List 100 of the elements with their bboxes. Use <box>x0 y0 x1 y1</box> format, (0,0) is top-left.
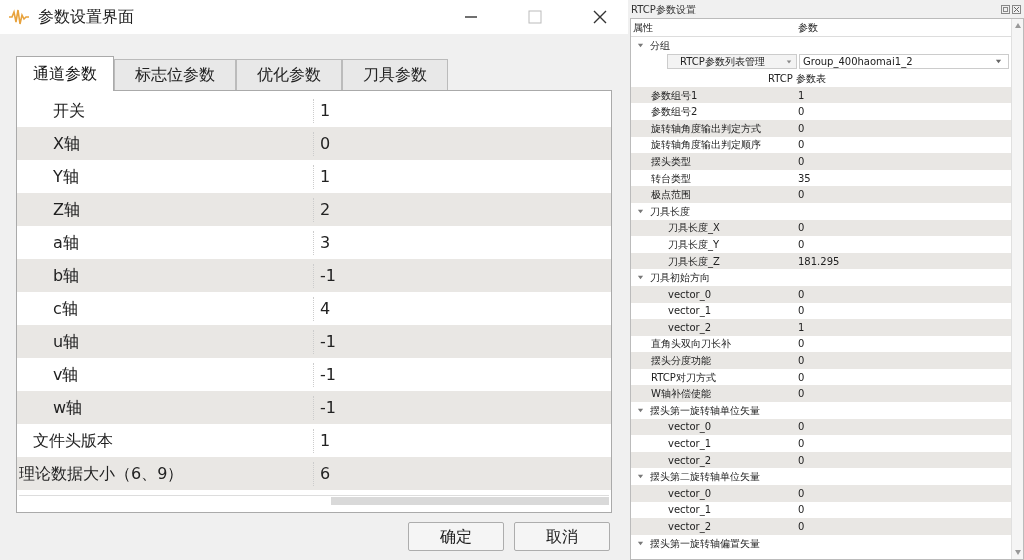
property-value: 0 <box>798 486 805 501</box>
property-name: 摆头分度功能 <box>650 354 712 369</box>
table-title: RTCP 参数表 <box>768 72 826 86</box>
parameter-value: -1 <box>313 329 336 354</box>
parameter-value: 3 <box>313 230 331 255</box>
property-value: 0 <box>798 354 805 369</box>
group-name: 摆头第一旋转轴偏置矢量 <box>650 536 760 551</box>
property-value: 0 <box>798 105 805 120</box>
parameter-value: -1 <box>313 395 336 420</box>
parameter-name: b轴 <box>52 264 81 287</box>
group-name: 刀具初始方向 <box>650 271 710 286</box>
scroll-up-icon[interactable] <box>1014 23 1021 28</box>
property-value: 1 <box>798 88 805 103</box>
property-name: vector_0 <box>667 486 713 501</box>
property-name: vector_1 <box>667 503 713 518</box>
property-value: 0 <box>798 337 805 352</box>
parameter-name: Y轴 <box>52 165 80 188</box>
property-value: 35 <box>798 171 811 186</box>
parameter-value: 2 <box>313 197 331 222</box>
caret-down-icon[interactable] <box>637 539 644 547</box>
property-name: vector_2 <box>667 520 713 534</box>
property-name: RTCP对刀方式 <box>650 370 717 385</box>
parameter-value: 6 <box>313 461 331 486</box>
parameter-value: 0 <box>313 131 331 156</box>
property-value: 0 <box>798 387 805 402</box>
property-value: 0 <box>798 304 805 319</box>
property-name: 极点范围 <box>650 188 692 203</box>
group-name: 摆头第二旋转轴单位矢量 <box>650 470 760 485</box>
caret-down-icon[interactable] <box>637 274 644 282</box>
dialog-button[interactable]: 确定 <box>408 522 504 551</box>
property-name: 直角头双向刀长补 <box>650 337 732 352</box>
property-value: 0 <box>798 437 805 452</box>
property-value: 0 <box>798 154 805 169</box>
parameter-name: a轴 <box>52 231 80 254</box>
property-name: 参数组号1 <box>650 88 699 103</box>
parameter-name: u轴 <box>52 330 81 353</box>
property-name: 转台类型 <box>650 171 692 186</box>
caret-down-icon[interactable] <box>637 473 644 481</box>
column-header[interactable]: 属性 <box>631 20 798 35</box>
property-value: 0 <box>798 287 805 302</box>
parameter-value: 4 <box>313 296 331 321</box>
property-value: 0 <box>798 138 805 153</box>
tab[interactable]: 标志位参数 <box>114 59 236 90</box>
caret-down-icon[interactable] <box>637 41 644 49</box>
caret-down-icon[interactable] <box>637 207 644 215</box>
property-name: vector_2 <box>667 320 713 335</box>
property-name: vector_0 <box>667 420 713 435</box>
group-name: 刀具长度 <box>650 204 690 219</box>
property-name: 参数组号2 <box>650 105 699 120</box>
parameter-name: c轴 <box>52 297 79 320</box>
parameter-value: -1 <box>313 263 336 288</box>
vertical-scrollbar[interactable] <box>1011 19 1023 559</box>
property-value: 0 <box>798 520 805 534</box>
property-name: vector_1 <box>667 304 713 319</box>
list-selector[interactable]: RTCP参数列表管理 <box>667 54 797 70</box>
property-value: 0 <box>798 221 805 236</box>
close-icon[interactable] <box>592 9 608 25</box>
group-name: 摆头第一旋转轴单位矢量 <box>650 403 760 418</box>
parameter-name: v轴 <box>52 363 80 386</box>
property-value: 0 <box>798 237 805 252</box>
caret-down-icon <box>786 58 792 65</box>
parameter-name: 开关 <box>52 99 86 122</box>
tab[interactable]: 优化参数 <box>236 59 342 90</box>
property-name: vector_0 <box>667 287 713 302</box>
caret-down-icon <box>995 58 1002 66</box>
property-value: 1 <box>798 320 805 335</box>
caret-down-icon[interactable] <box>637 406 644 414</box>
property-value: 0 <box>798 188 805 203</box>
parameter-value: -1 <box>313 362 336 387</box>
property-name: vector_2 <box>667 453 713 468</box>
group-name: 分组 <box>650 38 670 53</box>
parameter-name: w轴 <box>52 396 84 419</box>
property-name: vector_1 <box>667 437 713 452</box>
property-value: 0 <box>798 453 805 468</box>
property-value: 0 <box>798 503 805 518</box>
panel-title: RTCP参数设置 <box>631 2 696 17</box>
waveform-logo-icon <box>8 9 30 25</box>
property-name: 刀具长度_Z <box>667 254 721 269</box>
tab[interactable]: 通道参数 <box>16 56 114 91</box>
horizontal-scrollbar[interactable] <box>19 495 609 505</box>
property-name: 刀具长度_Y <box>667 237 721 252</box>
tab[interactable]: 刀具参数 <box>342 59 448 90</box>
float-icon[interactable] <box>1001 4 1010 14</box>
property-name: 摆头类型 <box>650 154 692 169</box>
parameter-name: X轴 <box>52 132 81 155</box>
window-title: 参数设置界面 <box>38 6 134 28</box>
parameter-name: 文件头版本 <box>32 429 114 452</box>
property-name: 刀具长度_X <box>667 221 721 236</box>
property-name: W轴补偿使能 <box>650 387 712 402</box>
property-name: 旋转轴角度输出判定顺序 <box>650 138 762 153</box>
parameter-value: 1 <box>313 428 331 453</box>
property-value: 0 <box>798 370 805 385</box>
group-selector[interactable]: Group_400haomai1_2 <box>799 54 1009 70</box>
property-value: 181.295 <box>798 254 840 269</box>
parameter-name: Z轴 <box>52 198 81 221</box>
parameter-name: 理论数据大小（6、9） <box>18 462 185 485</box>
property-value: 0 <box>798 121 805 136</box>
scroll-down-icon[interactable] <box>1014 550 1021 555</box>
column-header[interactable]: 参数 <box>798 20 818 35</box>
dialog-button[interactable]: 取消 <box>514 522 610 551</box>
